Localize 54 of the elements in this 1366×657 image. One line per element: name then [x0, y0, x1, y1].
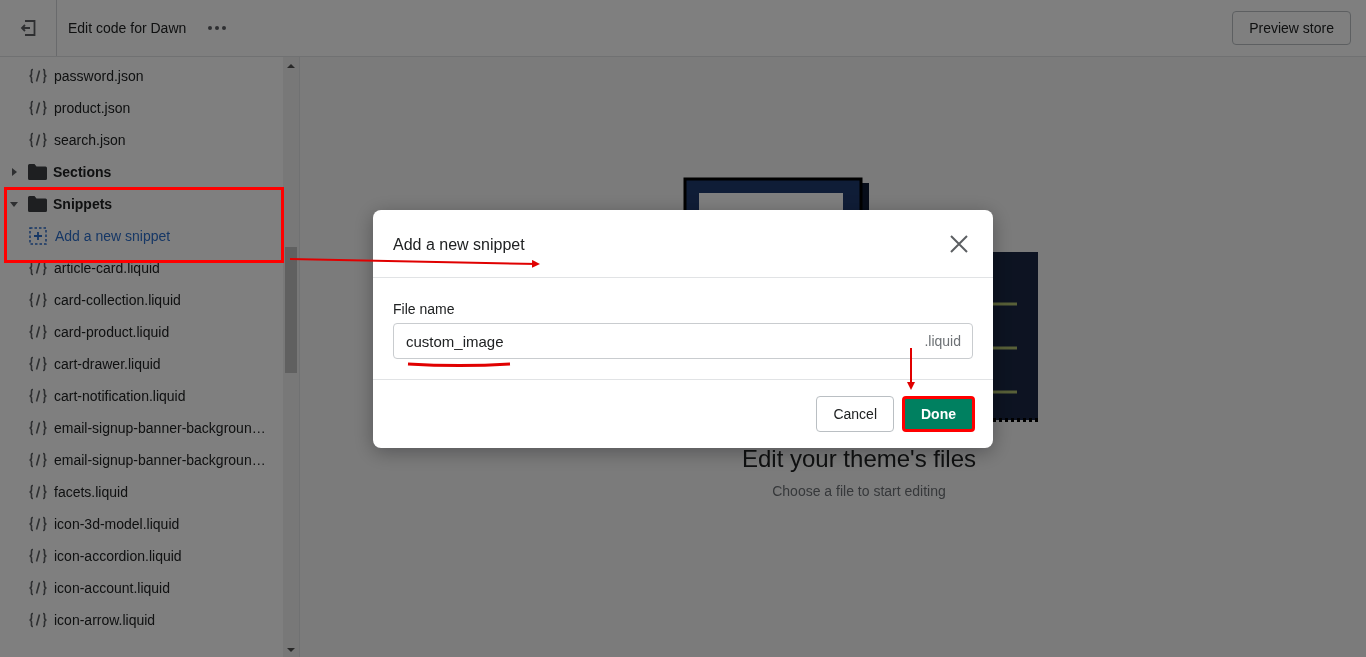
code-file-icon: [28, 484, 48, 500]
code-file-icon: [28, 452, 48, 468]
folder-icon: [28, 196, 47, 212]
file-name[interactable]: card-product.liquid: [54, 324, 170, 340]
scroll-down-icon[interactable]: [287, 647, 295, 653]
code-file-icon: [28, 100, 48, 116]
file-name[interactable]: article-card.liquid: [54, 260, 160, 276]
code-file-icon: [28, 612, 48, 628]
file-name[interactable]: icon-3d-model.liquid: [54, 516, 180, 532]
field-suffix: .liquid: [924, 333, 961, 349]
file-name[interactable]: cart-notification.liquid: [54, 388, 186, 404]
field-label: File name: [393, 301, 455, 317]
folder-name[interactable]: Sections: [53, 164, 112, 180]
dialog-title: Add a new snippet: [393, 235, 525, 254]
code-file-icon: [28, 388, 48, 404]
folder-icon: [28, 164, 47, 180]
file-name[interactable]: icon-accordion.liquid: [54, 548, 182, 564]
scrollbar-thumb[interactable]: [285, 247, 297, 373]
file-name[interactable]: email-signup-banner-backgroun…: [54, 420, 266, 436]
empty-state-heading: Edit your theme's files: [742, 445, 976, 473]
file-name[interactable]: product.json: [54, 100, 131, 116]
caret-icon[interactable]: [10, 168, 18, 176]
file-name[interactable]: facets.liquid: [54, 484, 128, 500]
file-name[interactable]: card-collection.liquid: [54, 292, 181, 308]
empty-state-caption: Choose a file to start editing: [772, 483, 946, 499]
exit-icon[interactable]: [19, 19, 37, 37]
done-button[interactable]: Done: [902, 396, 975, 432]
file-name[interactable]: cart-drawer.liquid: [54, 356, 161, 372]
add-snippet-link[interactable]: Add a new snippet: [55, 228, 171, 244]
code-file-icon: [28, 292, 48, 308]
code-file-icon: [28, 516, 48, 532]
add-file-icon: [29, 227, 47, 245]
code-file-icon: [28, 548, 48, 564]
preview-store-button[interactable]: Preview store: [1232, 11, 1351, 45]
code-file-icon: [28, 356, 48, 372]
code-file-icon: [28, 580, 48, 596]
scroll-up-icon[interactable]: [287, 63, 295, 69]
caret-icon[interactable]: [10, 200, 18, 208]
file-name[interactable]: icon-arrow.liquid: [54, 612, 156, 628]
code-file-icon: [28, 324, 48, 340]
code-file-icon: [28, 420, 48, 436]
file-name[interactable]: password.json: [54, 68, 144, 84]
folder-name[interactable]: Snippets: [53, 196, 113, 212]
page-title: Edit code for Dawn: [68, 20, 187, 36]
code-file-icon: [28, 260, 48, 276]
code-file-icon: [28, 132, 48, 148]
file-name[interactable]: email-signup-banner-backgroun…: [54, 452, 266, 468]
file-name[interactable]: search.json: [54, 132, 126, 148]
more-icon: [208, 26, 227, 30]
scrollbar[interactable]: [283, 57, 299, 657]
cancel-button[interactable]: Cancel: [816, 396, 894, 432]
code-file-icon: [28, 68, 48, 84]
annotation-arrow: [907, 347, 915, 390]
file-name[interactable]: icon-account.liquid: [54, 580, 170, 596]
